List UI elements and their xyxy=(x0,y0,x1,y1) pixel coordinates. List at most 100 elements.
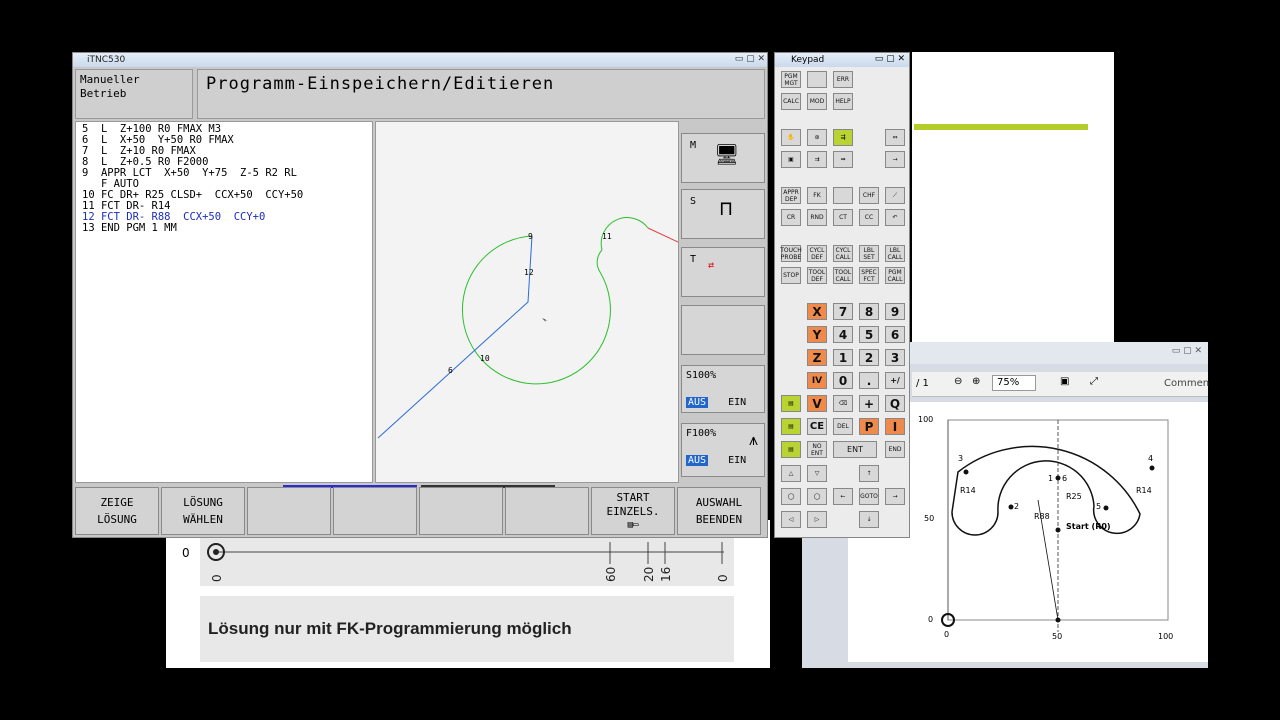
fk-key[interactable]: FK xyxy=(807,187,827,204)
test-run-icon[interactable]: ▤ xyxy=(781,441,801,458)
ct-key[interactable]: CT xyxy=(833,209,853,226)
mod-key[interactable]: MOD xyxy=(807,93,827,110)
lbl-call-key[interactable]: LBL CALL xyxy=(885,245,905,262)
digit-key[interactable]: 4 xyxy=(833,326,853,343)
itnc-titlebar[interactable]: iTNC530 xyxy=(73,53,767,67)
chf-key[interactable]: CHF xyxy=(859,187,879,204)
calc-key[interactable]: CALC xyxy=(781,93,801,110)
lbl-set-key[interactable]: LBL SET xyxy=(859,245,879,262)
p-key[interactable]: P xyxy=(859,418,879,435)
i-key[interactable]: I xyxy=(885,418,905,435)
digit-key[interactable]: 5 xyxy=(859,326,879,343)
program-listing[interactable]: 5 L Z+100 R0 FMAX M3 6 L X+50 Y+50 R0 FM… xyxy=(75,121,373,483)
arrow-down-icon[interactable]: ▽ xyxy=(807,465,827,482)
ce-key[interactable]: CE xyxy=(807,418,827,435)
blank-key[interactable] xyxy=(807,71,827,88)
digit-key[interactable]: 3 xyxy=(885,349,905,366)
cycl-call-key[interactable]: CYCL CALL xyxy=(833,245,853,262)
window-controls-icon[interactable]: ▭ ▢ ✕ xyxy=(1172,346,1202,356)
tool-def-key[interactable]: TOOL DEF xyxy=(807,267,827,284)
pgm-call-key[interactable]: PGM CALL xyxy=(885,267,905,284)
decimal-key[interactable]: . xyxy=(859,372,879,389)
page-prev-icon[interactable]: ◯ xyxy=(781,488,801,505)
z-axis-key[interactable]: Z xyxy=(807,349,827,366)
save-icon[interactable]: ▣ xyxy=(1060,376,1069,387)
manual-icon[interactable]: ✋ xyxy=(781,129,801,146)
spec-fct-key[interactable]: SPEC FCT xyxy=(859,267,879,284)
empty-softkey[interactable] xyxy=(505,487,589,535)
program-run-icon[interactable]: → xyxy=(885,151,905,168)
arrow-left-icon[interactable]: ◁ xyxy=(781,511,801,528)
digit-key[interactable]: 8 xyxy=(859,303,879,320)
digit-key[interactable]: 6 xyxy=(885,326,905,343)
ent-key[interactable]: ENT xyxy=(833,441,877,458)
program-edit-icon[interactable]: ⇔ xyxy=(885,129,905,146)
sign-key[interactable]: +/ xyxy=(885,372,905,389)
v-axis-key[interactable]: V xyxy=(807,395,827,412)
digit-key[interactable]: 2 xyxy=(859,349,879,366)
positioning-icon[interactable]: ⇶ xyxy=(833,129,853,146)
stop-key[interactable]: STOP xyxy=(781,267,801,284)
program-line[interactable]: 13 END PGM 1 MM xyxy=(82,223,366,234)
select-solution-softkey[interactable]: LÖSUNG WÄHLEN xyxy=(161,487,245,535)
show-solution-softkey[interactable]: ZEIGE LÖSUNG xyxy=(75,487,159,535)
digit-key[interactable]: 0 xyxy=(833,372,853,389)
q-key[interactable]: Q xyxy=(885,395,905,412)
zoom-select[interactable]: 75% xyxy=(992,375,1036,391)
goto-key[interactable]: GOTO xyxy=(859,488,879,505)
x-axis-key[interactable]: X xyxy=(807,303,827,320)
start-single-softkey[interactable]: START EINZELS. ▤▭ xyxy=(591,487,675,535)
backspace-icon[interactable]: ⌫ xyxy=(833,395,853,412)
cursor-down-icon[interactable]: ↓ xyxy=(859,511,879,528)
single-block-icon[interactable]: ⇉ xyxy=(807,151,827,168)
cc-key[interactable]: CC xyxy=(859,209,879,226)
cursor-up-icon[interactable]: ↑ xyxy=(859,465,879,482)
zoom-out-icon[interactable]: ⊖ xyxy=(954,376,962,387)
fit-icon[interactable]: ⤢ xyxy=(1090,376,1098,387)
empty-softkey[interactable] xyxy=(419,487,503,535)
cycl-def-key[interactable]: CYCL DEF xyxy=(807,245,827,262)
iv-axis-key[interactable]: IV xyxy=(807,372,827,389)
digit-key[interactable]: 7 xyxy=(833,303,853,320)
no-ent-key[interactable]: NO ENT xyxy=(807,441,827,458)
itnc-window[interactable]: iTNC530 ▭ ▢ ✕ Manueller Betrieb Programm… xyxy=(72,52,768,538)
err-key[interactable]: ERR xyxy=(833,71,853,88)
arrow-up-icon[interactable]: △ xyxy=(781,465,801,482)
test-run-icon[interactable]: ▣ xyxy=(781,151,801,168)
plus-key[interactable]: + xyxy=(859,395,879,412)
touch-probe-key[interactable]: TOUCH PROBE xyxy=(780,245,802,262)
y-axis-key[interactable]: Y xyxy=(807,326,827,343)
page-next-icon[interactable]: ◯ xyxy=(807,488,827,505)
tool-call-key[interactable]: TOOL CALL xyxy=(833,267,853,284)
cr-key[interactable]: CR xyxy=(781,209,801,226)
machine-mode-key[interactable]: M 🖥 xyxy=(681,133,765,183)
program-run-icon[interactable]: ▤ xyxy=(781,418,801,435)
cursor-left-icon[interactable]: ← xyxy=(833,488,853,505)
digit-key[interactable]: 1 xyxy=(833,349,853,366)
digit-key[interactable]: 9 xyxy=(885,303,905,320)
blank-side-key[interactable] xyxy=(681,305,765,355)
program-edit-icon[interactable]: ▤ xyxy=(781,395,801,412)
tool-key[interactable]: T ⇄ xyxy=(681,247,765,297)
feed-override-key[interactable]: F100% ⩚ AUS EIN xyxy=(681,423,765,477)
rnd-key[interactable]: RND xyxy=(807,209,827,226)
line-icon[interactable]: ⟋ xyxy=(885,187,905,204)
blank-key[interactable] xyxy=(833,187,853,204)
appr-dep-key[interactable]: APPR DEP xyxy=(781,187,801,204)
comment-label[interactable]: Commen xyxy=(1164,378,1209,389)
empty-softkey[interactable] xyxy=(247,487,331,535)
zoom-in-icon[interactable]: ⊕ xyxy=(972,376,980,387)
end-key[interactable]: END xyxy=(885,441,905,458)
del-key[interactable]: DEL xyxy=(833,418,853,435)
circle-icon[interactable]: ↶ xyxy=(885,209,905,226)
arrow-right-icon[interactable]: ▷ xyxy=(807,511,827,528)
window-controls-icon[interactable]: ▭ ▢ ✕ xyxy=(735,54,765,64)
keypad-window[interactable]: Keypad ▭ ▢ ✕ PGM MGT ERR CALC MOD HELP ✋… xyxy=(774,52,910,538)
handwheel-icon[interactable]: ⊛ xyxy=(807,129,827,146)
cursor-right-icon[interactable]: → xyxy=(885,488,905,505)
spindle-key[interactable]: S ⊓ xyxy=(681,189,765,239)
pgm-mgt-key[interactable]: PGM MGT xyxy=(781,71,801,88)
window-controls-icon[interactable]: ▭ ▢ ✕ xyxy=(875,54,905,64)
end-selection-softkey[interactable]: AUSWAHL BEENDEN xyxy=(677,487,761,535)
full-sequence-icon[interactable]: ⇛ xyxy=(833,151,853,168)
